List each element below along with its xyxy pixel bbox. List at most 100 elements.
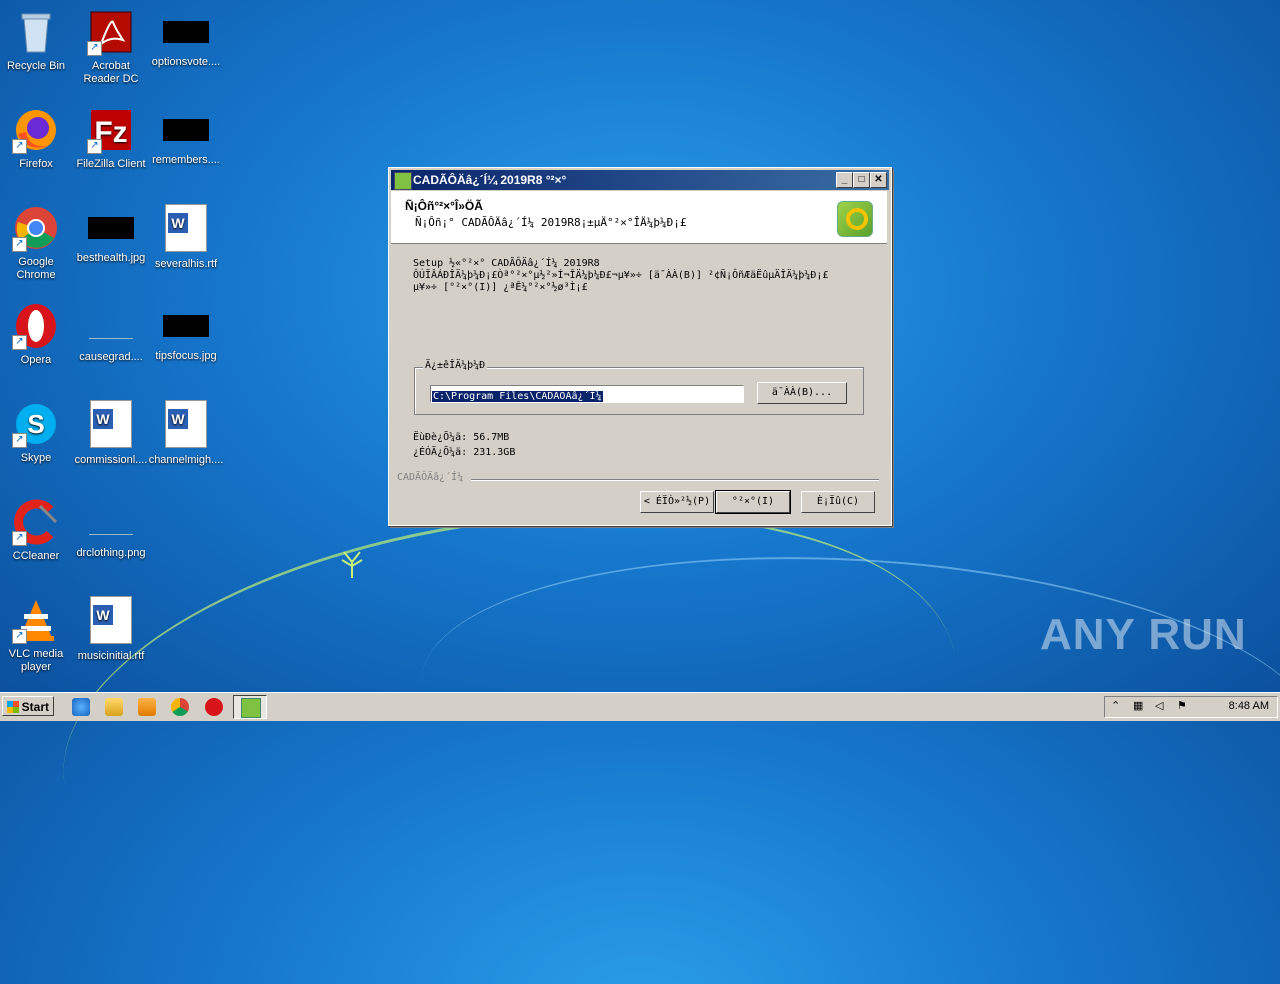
desktop-icon-label: Google Chrome bbox=[16, 256, 56, 281]
header-subtitle: Ñ¡Ôñ¡° CADÃÔÄâ¿´Í¼ 2019R8¡±µÄ°²×°ÎÄ¼þ¼Ð¡… bbox=[415, 216, 687, 229]
desktop-icon-skype[interactable]: S ↗ Skype bbox=[0, 400, 74, 465]
desktop-icon-vlc[interactable]: ↗ VLC media player bbox=[0, 596, 74, 674]
desktop-icon-label: musicinitial.rtf bbox=[77, 650, 145, 662]
destination-folder-group: Ä¿±êÎÄ¼þ¼Ð C:\Program Files\CADÃÔÄâ¿´Í¼ … bbox=[414, 360, 864, 415]
shortcut-arrow-icon: ↗ bbox=[87, 139, 102, 154]
group-legend: Ä¿±êÎÄ¼þ¼Ð bbox=[423, 360, 488, 371]
magnifier-icon bbox=[837, 201, 873, 237]
close-button[interactable]: ✕ bbox=[870, 172, 887, 188]
desktop-icon-label: Skype bbox=[20, 452, 52, 464]
show-hidden-icons-icon[interactable]: ⌃ bbox=[1111, 699, 1120, 712]
opera-taskbar-icon[interactable] bbox=[205, 698, 223, 716]
skype-icon: S ↗ bbox=[12, 400, 60, 448]
desktop-icon-label: Recycle Bin bbox=[6, 60, 66, 72]
desktop-icon-musicinitial[interactable]: musicinitial.rtf bbox=[73, 596, 149, 663]
desktop-icon-label: optionsvote.... bbox=[151, 56, 221, 68]
desktop-icon-label: Firefox bbox=[19, 158, 53, 170]
volume-icon[interactable]: ◁ bbox=[1155, 699, 1163, 712]
desktop-icon-filezilla[interactable]: Fz ↗ FileZilla Client bbox=[73, 106, 149, 171]
taskbar: Start ⌃ ▦ ◁ ⚑ 8:48 AM bbox=[0, 692, 1280, 721]
desktop-icon-label: channelmigh.... bbox=[148, 454, 224, 466]
desktop-icon-commission[interactable]: commissionl.... bbox=[73, 400, 149, 467]
internet-explorer-icon[interactable] bbox=[72, 698, 90, 716]
separator bbox=[471, 479, 879, 481]
shortcut-arrow-icon: ↗ bbox=[12, 335, 27, 350]
image-thumbnail-icon bbox=[88, 217, 134, 239]
dialog-header: Ñ¡Ôñ°²×°Î»ÖÃ Ñ¡Ôñ¡° CADÃÔÄâ¿´Í¼ 2019R8¡±… bbox=[391, 191, 887, 244]
media-player-icon[interactable] bbox=[138, 698, 156, 716]
recycle-bin-icon bbox=[12, 8, 60, 56]
desktop-icon-label: Opera bbox=[20, 354, 52, 366]
action-center-flag-icon[interactable]: ⚑ bbox=[1177, 699, 1187, 712]
desktop-icon-label: FileZilla Client bbox=[76, 158, 146, 170]
minimize-button[interactable]: _ bbox=[836, 172, 853, 188]
desktop-icon-remembers[interactable]: remembers.... bbox=[148, 106, 224, 167]
desktop-icon-label: besthealth.jpg bbox=[76, 252, 146, 264]
desktop-icon-chrome[interactable]: ↗ Google Chrome bbox=[0, 204, 74, 282]
desktop-icon-optionsvote[interactable]: optionsvote.... bbox=[148, 8, 224, 69]
acrobat-reader-icon: ↗ bbox=[87, 8, 135, 56]
maximize-button[interactable]: □ bbox=[853, 172, 870, 188]
file-thumbnail-icon bbox=[163, 21, 209, 43]
desktop-icon-label: drclothing.png bbox=[76, 547, 146, 559]
shortcut-arrow-icon: ↗ bbox=[12, 139, 27, 154]
installer-taskbar-button[interactable] bbox=[233, 695, 267, 719]
space-required: ËùÐè¿Õ¼ä: 56.7MB bbox=[413, 432, 510, 443]
start-button[interactable]: Start bbox=[2, 696, 54, 716]
clock[interactable]: 8:48 AM bbox=[1229, 700, 1269, 712]
desktop-icon-channelmigh[interactable]: channelmigh.... bbox=[148, 400, 224, 467]
instructions-text: Setup ½«°²×° CADÃÔÄâ¿´Í¼ 2019R8 ÔÚÏÂÁÐÎÄ… bbox=[413, 258, 829, 293]
install-path-input[interactable]: C:\Program Files\CADÃÔÄâ¿´Í¼ bbox=[430, 385, 744, 403]
space-available: ¿ÉÓÃ¿Õ¼ä: 231.3GB bbox=[413, 447, 516, 458]
opera-icon: ↗ bbox=[12, 302, 60, 350]
shortcut-arrow-icon: ↗ bbox=[12, 531, 27, 546]
desktop-icon-ccleaner[interactable]: ↗ CCleaner bbox=[0, 498, 74, 563]
installer-taskbar-icon bbox=[241, 698, 261, 718]
desktop-icon-firefox[interactable]: ↗ Firefox bbox=[0, 106, 74, 171]
watermark: ANY RUN bbox=[1040, 610, 1247, 659]
desktop-icon-label: commissionl.... bbox=[74, 454, 148, 466]
word-document-icon bbox=[90, 596, 132, 644]
shortcut-arrow-icon: ↗ bbox=[12, 433, 27, 448]
desktop-icon-tipsfocus[interactable]: tipsfocus.jpg bbox=[148, 302, 224, 363]
vlc-icon: ↗ bbox=[12, 596, 60, 644]
desktop-icon-acrobat[interactable]: ↗ Acrobat Reader DC bbox=[73, 8, 149, 86]
back-button[interactable]: < ÉÏÒ»²½(P) bbox=[640, 491, 714, 513]
system-tray: ⌃ ▦ ◁ ⚑ 8:48 AM bbox=[1104, 696, 1278, 718]
shortcut-arrow-icon: ↗ bbox=[12, 629, 27, 644]
desktop-icon-besthealth[interactable]: besthealth.jpg bbox=[73, 204, 149, 265]
network-icon[interactable]: ▦ bbox=[1133, 699, 1143, 712]
install-button[interactable]: °²×°(I) bbox=[715, 490, 791, 514]
filezilla-icon: Fz ↗ bbox=[87, 106, 135, 154]
ccleaner-icon: ↗ bbox=[12, 498, 60, 546]
image-thumbnail-icon bbox=[163, 315, 209, 337]
brand-text: CADÃÔÄâ¿´Í¼ bbox=[397, 472, 464, 483]
shortcut-arrow-icon: ↗ bbox=[87, 41, 102, 56]
desktop-icon-recycle-bin[interactable]: Recycle Bin bbox=[0, 8, 74, 73]
dialog-titlebar[interactable]: CADÃÔÄâ¿´Í¼ 2019R8 °²×° _ □ ✕ bbox=[391, 170, 889, 190]
word-document-icon bbox=[90, 400, 132, 448]
cancel-button[interactable]: È¡Ïû(C) bbox=[801, 491, 875, 513]
firefox-icon: ↗ bbox=[12, 106, 60, 154]
file-explorer-icon[interactable] bbox=[105, 698, 123, 716]
browse-button[interactable]: ä¯ÀÀ(B)... bbox=[757, 382, 847, 404]
shortcut-arrow-icon: ↗ bbox=[12, 237, 27, 252]
image-thumbnail-icon bbox=[89, 510, 133, 535]
file-thumbnail-icon bbox=[163, 119, 209, 141]
desktop-icon-label: causegrad.... bbox=[79, 351, 143, 363]
desktop-icon-drclothing[interactable]: drclothing.png bbox=[73, 498, 149, 560]
desktop-icon-causegrad[interactable]: causegrad.... bbox=[73, 302, 149, 364]
desktop-icon-label: tipsfocus.jpg bbox=[155, 350, 217, 362]
dialog-title: CADÃÔÄâ¿´Í¼ 2019R8 °²×° bbox=[413, 173, 567, 187]
installer-dialog: CADÃÔÄâ¿´Í¼ 2019R8 °²×° _ □ ✕ Ñ¡Ôñ°²×°Î»… bbox=[388, 167, 892, 526]
desktop-icon-label: Acrobat Reader DC bbox=[83, 60, 139, 85]
desktop-icon-label: VLC media player bbox=[8, 648, 64, 673]
desktop-icon-opera[interactable]: ↗ Opera bbox=[0, 302, 74, 367]
word-document-icon bbox=[165, 400, 207, 448]
desktop-icon-label: CCleaner bbox=[12, 550, 60, 562]
app-icon bbox=[394, 172, 412, 190]
chrome-icon: ↗ bbox=[12, 204, 60, 252]
chrome-taskbar-icon[interactable] bbox=[171, 698, 189, 716]
install-path-value: C:\Program Files\CADÃÔÄâ¿´Í¼ bbox=[432, 391, 603, 402]
desktop-icon-severalhis[interactable]: severalhis.rtf bbox=[148, 204, 224, 271]
